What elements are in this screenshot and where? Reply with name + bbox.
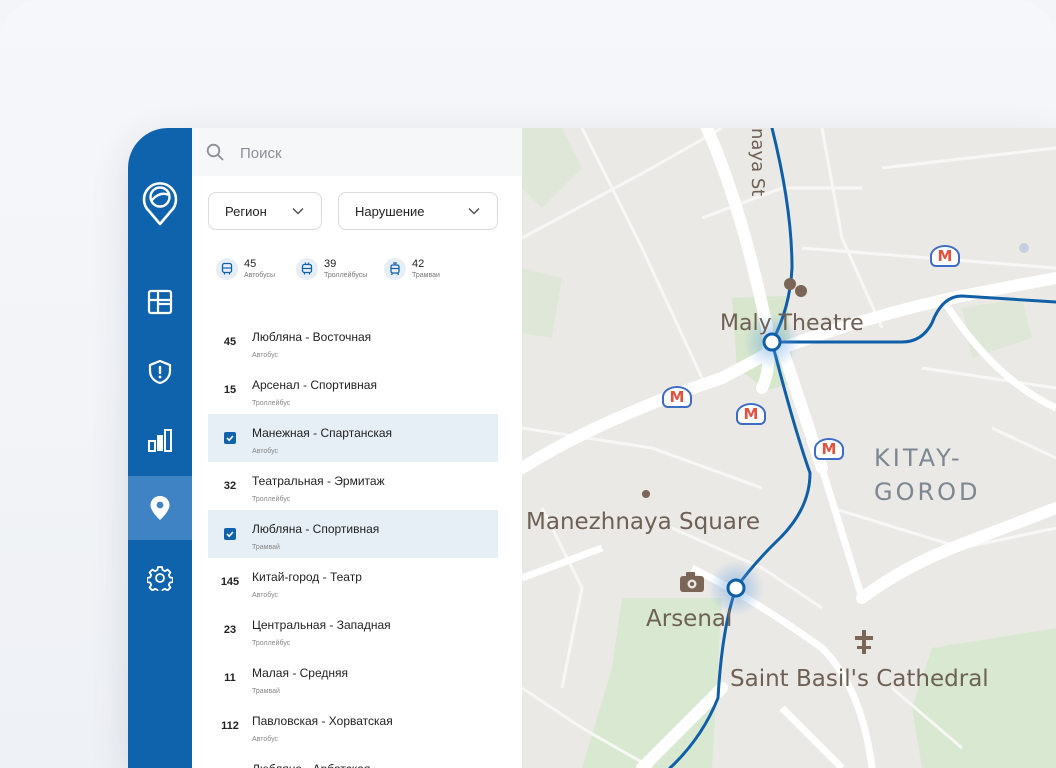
- route-number: [208, 750, 252, 768]
- route-number: 112: [221, 720, 239, 732]
- route-type: Троллейбус: [252, 496, 291, 503]
- sidebar: [128, 128, 192, 768]
- route-number: 32: [223, 480, 237, 492]
- route-number: 23: [223, 624, 237, 636]
- bus-icon: [216, 258, 238, 280]
- metro-letter: M: [821, 440, 837, 458]
- metro-station-icon[interactable]: M: [930, 245, 960, 267]
- search-input[interactable]: [238, 142, 502, 164]
- map-view[interactable]: M M M M naya St Maly Theatre KITAY- GOROD M…: [522, 128, 1056, 768]
- manezhnaya-square-label: Manezhnaya Square: [526, 509, 760, 535]
- tram-count: 42: [412, 257, 425, 270]
- routes-panel: Регион Нарушение 45 Автобусы: [192, 128, 522, 768]
- route-name: Манежная - Спартанская: [252, 426, 393, 440]
- route-name: Китай-город - Театр: [252, 570, 362, 584]
- route-row[interactable]: Любляна - Арбатская: [208, 750, 498, 768]
- route-type: Автобус: [252, 592, 279, 599]
- check-icon: [226, 435, 234, 442]
- metro-letter: M: [669, 388, 685, 406]
- stat-buses[interactable]: 45 Автобусы: [216, 254, 275, 284]
- tram-label: Трамваи: [412, 271, 440, 279]
- trolleybus-label: Троллейбусы: [324, 271, 368, 279]
- route-number: 15: [223, 384, 237, 396]
- metro-station-icon[interactable]: M: [814, 438, 844, 460]
- route-row[interactable]: Любляна - Спортивная Трамвай: [208, 510, 498, 558]
- location-pin-icon: [150, 496, 170, 520]
- stat-trams[interactable]: 42 Трамваи: [384, 254, 440, 284]
- route-name: Арсенал - Спортивная: [252, 378, 377, 392]
- route-row[interactable]: 23 Центральная - Западная Троллейбус: [208, 606, 498, 654]
- metro-station-icon[interactable]: M: [736, 403, 766, 425]
- nav-violations[interactable]: [128, 340, 192, 404]
- route-checkbox[interactable]: [224, 432, 236, 444]
- route-type: Троллейбус: [252, 640, 291, 647]
- bar-chart-icon: [148, 429, 172, 452]
- route-number: 11: [224, 672, 236, 684]
- logo-icon: [138, 174, 182, 226]
- route-type: Автобус: [252, 736, 279, 743]
- nav-dashboard[interactable]: [128, 270, 192, 334]
- route-number: 45: [223, 336, 237, 348]
- route-list: 45 Любляна - Восточная Автобус 15 Арсенал - …: [208, 318, 498, 768]
- violation-dropdown[interactable]: Нарушение: [338, 192, 498, 230]
- dashboard-icon: [147, 289, 173, 315]
- kitay-gorod-label: KITAY- GOROD: [874, 444, 981, 506]
- route-name: Любляна - Восточная: [252, 330, 372, 344]
- saint-basils-cathedral-label: Saint Basil's Cathedral: [730, 666, 989, 692]
- route-name: Любляна - Арбатская: [252, 762, 370, 768]
- route-row[interactable]: 32 Театральная - Эрмитаж Троллейбус: [208, 462, 498, 510]
- stat-trolleybuses[interactable]: 39 Троллейбусы: [296, 254, 367, 284]
- route-row[interactable]: Манежная - Спартанская Автобус: [208, 414, 498, 462]
- metro-station-icon[interactable]: M: [662, 386, 692, 408]
- street-label: naya St: [747, 128, 768, 197]
- metro-letter: M: [937, 247, 953, 265]
- app-window: Регион Нарушение 45 Автобусы: [128, 128, 1056, 768]
- shield-alert-icon: [148, 359, 172, 385]
- bus-count: 45: [244, 257, 257, 270]
- panel-body: Регион Нарушение 45 Автобусы 39 Троллейб…: [192, 176, 522, 768]
- search-icon: [206, 143, 224, 161]
- trolleybus-icon: [296, 258, 318, 280]
- region-dropdown[interactable]: Регион: [208, 192, 322, 230]
- cross-icon: [855, 630, 873, 654]
- region-dropdown-label: Регион: [225, 203, 267, 219]
- route-row[interactable]: 11 Малая - Средняя Трамвай: [208, 654, 498, 702]
- route-type: Троллейбус: [252, 400, 291, 407]
- route-row[interactable]: 112 Павловская - Хорватская Автобус: [208, 702, 498, 750]
- tram-icon: [384, 258, 406, 280]
- route-type: Трамвай: [252, 544, 280, 551]
- arsenal-label: Arsenal: [646, 606, 733, 632]
- route-name: Любляна - Спортивная: [252, 522, 380, 536]
- route-type: Автобус: [252, 352, 279, 359]
- violation-dropdown-label: Нарушение: [355, 203, 425, 219]
- nav-settings[interactable]: [128, 546, 192, 610]
- route-name: Павловская - Хорватская: [252, 714, 393, 728]
- route-type: Автобус: [252, 448, 279, 455]
- nav-statistics[interactable]: [128, 408, 192, 472]
- chevron-down-icon: [292, 207, 304, 215]
- gear-icon: [147, 566, 173, 591]
- route-row[interactable]: 15 Арсенал - Спортивная Троллейбус: [208, 366, 498, 414]
- maly-theatre-label: Maly Theatre: [720, 311, 864, 336]
- trolleybus-count: 39: [324, 257, 337, 270]
- nav-map[interactable]: [128, 476, 192, 540]
- route-row[interactable]: 145 Китай-город - Театр Автобус: [208, 558, 498, 606]
- metro-letter: M: [743, 405, 759, 423]
- route-type: Трамвай: [252, 688, 280, 695]
- route-name: Театральная - Эрмитаж: [252, 474, 385, 488]
- check-icon: [226, 531, 234, 538]
- route-row[interactable]: 45 Любляна - Восточная Автобус: [208, 318, 498, 366]
- route-checkbox[interactable]: [224, 528, 236, 540]
- route-name: Малая - Средняя: [252, 666, 349, 680]
- route-name: Центральная - Западная: [252, 618, 391, 632]
- bus-label: Автобусы: [244, 271, 276, 279]
- search-bar: [192, 128, 522, 176]
- route-number: 145: [220, 576, 240, 588]
- chevron-down-icon: [468, 207, 480, 215]
